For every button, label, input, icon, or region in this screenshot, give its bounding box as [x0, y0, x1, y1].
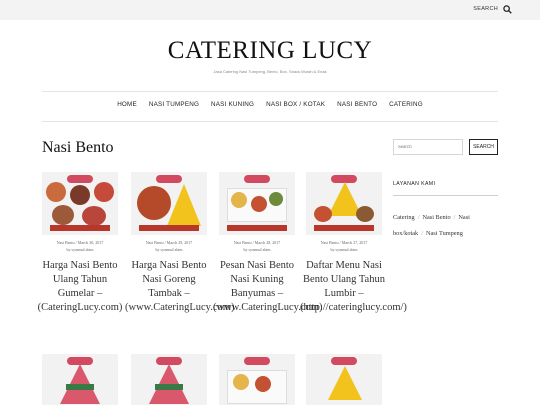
tumpeng-cone-image [328, 366, 362, 400]
bento-dish-image [231, 192, 247, 208]
post-thumbnail[interactable] [131, 354, 207, 405]
bento-dish-image [70, 185, 90, 205]
nav-divider-top [42, 91, 498, 92]
bento-dish-image [269, 192, 283, 206]
logo-badge [244, 357, 270, 365]
post-title[interactable]: Harga Nasi Bento Ulang Tahun Gumelar – (… [36, 259, 124, 315]
archive-title: Nasi Bento [42, 139, 114, 156]
post-author[interactable]: by syamsul alam [156, 247, 183, 252]
nav-item-home[interactable]: HOME [117, 101, 137, 108]
post-title[interactable]: Pesan Nasi Bento Nasi Kuning Banyumas – … [213, 259, 322, 315]
nav-item-nasi-box-kotak[interactable]: NASI BOX / KOTAK [266, 101, 325, 108]
search-icon[interactable] [503, 5, 512, 14]
widget-title: LAYANAN KAMI [393, 181, 436, 187]
bento-dish-image [255, 376, 271, 392]
logo-badge [67, 175, 93, 183]
category-list: Catering / Nasi Bento / Nasi box/kotak / Nasi … [393, 214, 470, 237]
search-link[interactable]: SEARCH [473, 6, 498, 12]
nav-item-catering[interactable]: CATERING [389, 101, 423, 108]
category-link-nasi-bento[interactable]: Nasi Bento [422, 214, 450, 221]
post-thumbnail[interactable] [219, 172, 295, 235]
nav-item-nasi-bento[interactable]: NASI BENTO [337, 101, 377, 108]
logo-badge [331, 357, 357, 365]
category-link-nasi-tumpeng[interactable]: Nasi Tumpeng [426, 230, 463, 237]
bento-dish-image [356, 206, 374, 222]
bento-dish-image [52, 205, 74, 225]
promo-banner [227, 225, 287, 231]
bento-dish-image [137, 186, 171, 220]
post-thumbnail[interactable] [219, 354, 295, 405]
post-date[interactable]: March 28, 2017 [255, 240, 280, 245]
promo-banner [314, 225, 374, 231]
sidebar-search-input[interactable] [393, 139, 463, 155]
post-date[interactable]: March 30, 2017 [78, 240, 103, 245]
category-link-catering[interactable]: Catering [393, 214, 415, 221]
nav-item-nasi-tumpeng[interactable]: NASI TUMPENG [149, 101, 199, 108]
bento-dish-image [94, 182, 114, 202]
post-thumbnail[interactable] [306, 354, 382, 405]
widget-divider [393, 195, 498, 196]
post-meta: Nasi Bento / March 28, 2017 by syamsul a… [233, 240, 281, 252]
tumpeng-cone-image [60, 364, 100, 404]
logo-badge [244, 175, 270, 183]
post-author[interactable]: by syamsul alam [244, 247, 271, 252]
post-thumbnail[interactable] [42, 172, 118, 235]
bento-dish-image [233, 374, 249, 390]
post-category[interactable]: Nasi Bento [234, 240, 252, 245]
post-category[interactable]: Nasi Bento [146, 240, 164, 245]
main-navigation: HOME NASI TUMPENG NASI KUNING NASI BOX /… [0, 101, 540, 108]
tumpeng-cone-image [149, 364, 189, 404]
post-title[interactable]: Harga Nasi Bento Nasi Goreng Tambak – (w… [125, 259, 234, 315]
nav-divider-bottom [42, 121, 498, 122]
bento-dish-image [251, 196, 267, 212]
tumpeng-cone-image [167, 184, 201, 226]
site-tagline: Jasa Catering Nasi Tumpeng, Bento, Box, … [213, 69, 327, 74]
sidebar-search-button[interactable]: SEARCH [469, 139, 498, 155]
bento-dish-image [82, 206, 106, 226]
bento-dish-image [314, 206, 332, 222]
post-meta: Nasi Bento / March 30, 2017 by syamsul a… [56, 240, 104, 252]
post-meta: Nasi Bento / March 27, 2017 by syamsul a… [320, 240, 368, 252]
logo-badge [156, 175, 182, 183]
post-date[interactable]: March 29, 2017 [167, 240, 192, 245]
promo-banner [50, 225, 110, 231]
post-thumbnail[interactable] [306, 172, 382, 235]
bento-dish-image [46, 182, 66, 202]
promo-banner [139, 225, 199, 231]
top-bar: SEARCH [0, 0, 540, 20]
post-category[interactable]: Nasi Bento [57, 240, 75, 245]
post-thumbnail[interactable] [42, 354, 118, 405]
post-category[interactable]: Nasi Bento [321, 240, 339, 245]
site-title[interactable]: CATERING LUCY [0, 37, 540, 65]
post-title[interactable]: Daftar Menu Nasi Bento Ulang Tahun Lumbi… [300, 259, 407, 315]
nav-item-nasi-kuning[interactable]: NASI KUNING [211, 101, 254, 108]
post-thumbnail[interactable] [131, 172, 207, 235]
post-author[interactable]: by syamsul alam [331, 247, 358, 252]
post-date[interactable]: March 27, 2017 [342, 240, 367, 245]
post-author[interactable]: by syamsul alam [67, 247, 94, 252]
post-meta: Nasi Bento / March 29, 2017 by syamsul a… [145, 240, 193, 252]
